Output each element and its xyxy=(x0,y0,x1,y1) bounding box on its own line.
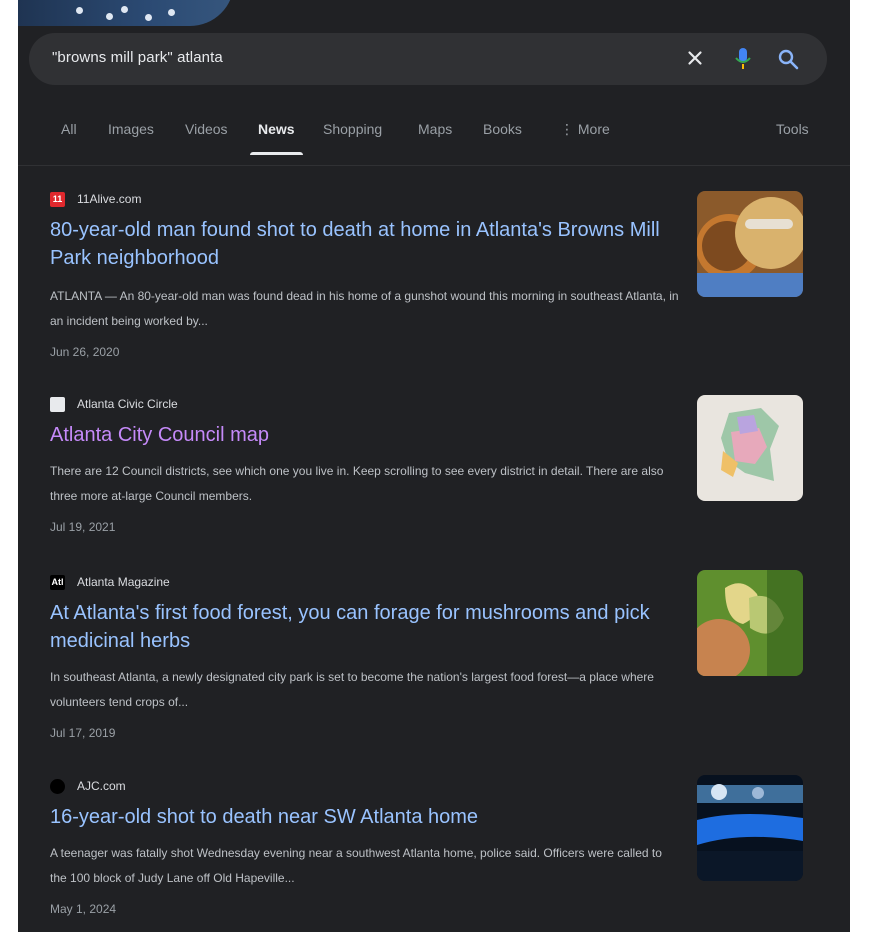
more-icon: ⋮ xyxy=(560,121,574,137)
microphone-icon[interactable] xyxy=(734,47,752,71)
search-icon[interactable] xyxy=(776,47,800,71)
news-result: 11 11Alive.com 80-year-old man found sho… xyxy=(50,191,810,361)
search-bar[interactable]: "browns mill park" atlanta xyxy=(29,33,827,85)
source-favicon: 11 xyxy=(50,192,65,207)
tab-news[interactable]: News xyxy=(250,121,303,155)
clear-icon[interactable] xyxy=(684,47,706,69)
result-snippet: In southeast Atlanta, a newly designated… xyxy=(50,670,654,709)
result-source[interactable]: AJC.com xyxy=(77,779,126,793)
result-snippet: There are 12 Council districts, see whic… xyxy=(50,464,664,503)
result-title-link[interactable]: 80-year-old man found shot to death at h… xyxy=(50,216,670,272)
tab-images[interactable]: Images xyxy=(108,121,154,155)
tab-all[interactable]: All xyxy=(61,121,77,155)
result-date: Jul 17, 2019 xyxy=(50,726,116,740)
result-title-link[interactable]: 16-year-old shot to death near SW Atlant… xyxy=(50,803,670,831)
source-favicon xyxy=(50,779,65,794)
result-snippet: A teenager was fatally shot Wednesday ev… xyxy=(50,846,662,885)
result-thumbnail[interactable] xyxy=(697,395,803,501)
tabs-divider xyxy=(18,165,850,166)
result-thumbnail[interactable] xyxy=(697,191,803,297)
result-date: May 1, 2024 xyxy=(50,902,117,916)
thumbnail-image xyxy=(697,775,803,881)
result-date: Jun 26, 2020 xyxy=(50,345,120,359)
news-result: Atl Atlanta Magazine At Atlanta's first … xyxy=(50,570,810,744)
result-source[interactable]: Atlanta Magazine xyxy=(77,575,170,589)
source-favicon: Atl xyxy=(50,575,65,590)
tab-more[interactable]: ⋮ More xyxy=(560,121,610,155)
doodle-logo[interactable] xyxy=(18,0,234,26)
tab-books[interactable]: Books xyxy=(483,121,522,155)
tab-more-label: More xyxy=(577,121,610,137)
source-favicon xyxy=(50,397,65,412)
result-title-link[interactable]: Atlanta City Council map xyxy=(50,421,670,449)
news-result: AJC.com 16-year-old shot to death near S… xyxy=(50,775,810,928)
result-date: Jul 19, 2021 xyxy=(50,520,116,534)
tools-button[interactable]: Tools xyxy=(776,121,809,155)
thumbnail-image xyxy=(697,570,803,676)
result-source[interactable]: 11Alive.com xyxy=(77,192,141,206)
result-source[interactable]: Atlanta Civic Circle xyxy=(77,397,178,411)
tab-shopping[interactable]: Shopping xyxy=(323,121,382,155)
search-results-screen: "browns mill park" atlanta All Images Vi… xyxy=(18,0,850,932)
search-tabs: All Images Videos News Shopping Maps Boo… xyxy=(61,121,821,157)
tab-videos[interactable]: Videos xyxy=(185,121,228,155)
result-snippet: ATLANTA — An 80-year-old man was found d… xyxy=(50,289,679,328)
search-input[interactable]: "browns mill park" atlanta xyxy=(52,49,223,66)
tab-maps[interactable]: Maps xyxy=(418,121,452,155)
result-thumbnail[interactable] xyxy=(697,775,803,881)
thumbnail-image xyxy=(697,191,803,297)
map-thumbnail-image xyxy=(721,408,779,481)
result-title-link[interactable]: At Atlanta's first food forest, you can … xyxy=(50,599,670,655)
result-thumbnail[interactable] xyxy=(697,570,803,676)
news-result: Atlanta Civic Circle Atlanta City Counci… xyxy=(50,395,810,546)
